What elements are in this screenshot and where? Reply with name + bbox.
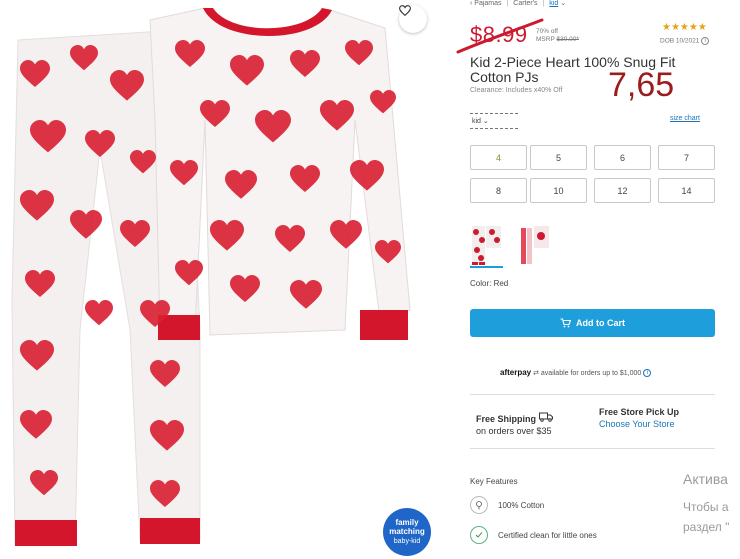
afterpay-text: available for orders up to $1,000: [540, 370, 642, 377]
breadcrumb-separator: |: [506, 0, 509, 7]
price-strike-mark: [456, 18, 544, 54]
free-shipping-sub: on orders over $35: [476, 426, 552, 436]
product-panel: ‹ Pajamas | Carter's | kid ⌄ $8.99 70% o…: [456, 0, 715, 559]
store-pickup-info: Free Store Pick Up Choose Your Store: [599, 406, 679, 430]
size-option-10[interactable]: 10: [530, 178, 587, 203]
rating-stars[interactable]: ★★★★★: [662, 22, 707, 33]
breadcrumb: ‹ Pajamas | Carter's | kid ⌄: [470, 0, 566, 7]
leaf-check-icon: [470, 526, 488, 544]
size-option-4[interactable]: 4: [470, 145, 527, 170]
badge-line-1: family: [395, 518, 419, 527]
key-features-title: Key Features: [470, 477, 518, 486]
info-icon[interactable]: i: [643, 369, 652, 378]
size-option-6[interactable]: 6: [594, 145, 651, 170]
watermark-line-2: раздел ": [683, 520, 730, 534]
msrp-value: $30.00*: [556, 36, 579, 43]
divider: [470, 448, 715, 449]
cotton-icon: [470, 496, 488, 514]
size-option-8[interactable]: 8: [470, 178, 527, 203]
cart-icon: [560, 318, 571, 328]
percent-off: 70% off: [536, 28, 558, 35]
feature-label: 100% Cotton: [498, 500, 545, 510]
chevron-down-icon: ⌄: [482, 118, 489, 125]
size-option-14[interactable]: 14: [658, 178, 715, 203]
add-to-cart-label: Add to Cart: [576, 318, 625, 328]
truck-icon: [538, 412, 553, 422]
feature-item: Certified clean for little ones: [470, 526, 597, 544]
feature-label: Certified clean for little ones: [498, 530, 597, 540]
breadcrumb-kid[interactable]: kid: [549, 0, 558, 7]
product-image: family matching baby-kid: [0, 0, 440, 559]
afterpay-logo: afterpay: [500, 368, 532, 377]
size-option-5[interactable]: 5: [530, 145, 587, 170]
dob-value: DOB 10/2021: [660, 37, 700, 45]
afterpay-arrows-icon: ⇄: [533, 370, 539, 377]
divider: [470, 394, 715, 395]
size-option-7[interactable]: 7: [658, 145, 715, 170]
heart-outline-icon: [399, 5, 411, 16]
store-pickup-title: Free Store Pick Up: [599, 407, 680, 417]
size-range-select[interactable]: kid ⌄: [470, 113, 518, 129]
color-label: Color: Red: [470, 279, 509, 288]
feature-item: 100% Cotton: [470, 496, 544, 514]
afterpay-info: afterpay ⇄ available for orders up to $1…: [500, 368, 652, 378]
discount-info: 70% off MSRP $30.00*: [536, 28, 579, 44]
chevron-down-icon[interactable]: ⌄: [560, 0, 566, 7]
size-chart-link[interactable]: size chart: [670, 115, 700, 122]
msrp-label: MSRP: [536, 36, 555, 43]
badge-line-3: baby-kid: [393, 538, 421, 545]
size-range-value: kid: [472, 118, 481, 125]
breadcrumb-carters[interactable]: Carter's: [513, 0, 537, 7]
watermark-line-1: Чтобы а: [683, 500, 729, 514]
add-to-cart-button[interactable]: Add to Cart: [470, 309, 715, 337]
breadcrumb-separator: |: [542, 0, 545, 7]
dob-text: DOB 10/2021 i: [660, 37, 710, 45]
wishlist-button[interactable]: [399, 5, 427, 33]
family-matching-badge[interactable]: family matching baby-kid: [383, 508, 431, 556]
pajama-illustration: [11, 7, 411, 546]
selected-swatch-indicator: [470, 266, 503, 268]
msrp: MSRP $30.00*: [536, 36, 579, 44]
activation-watermark-text: Чтобы а раздел ": [683, 497, 729, 537]
badge-line-2: matching: [389, 527, 425, 536]
choose-store-link[interactable]: Choose Your Store: [599, 418, 679, 430]
size-option-12[interactable]: 12: [594, 178, 651, 203]
clearance-note: Clearance: Includes x40% Off: [470, 87, 563, 94]
free-shipping-title: Free Shipping: [476, 414, 537, 424]
breadcrumb-pajamas[interactable]: Pajamas: [474, 0, 501, 7]
color-swatch-stripes[interactable]: [518, 222, 551, 266]
info-icon[interactable]: i: [701, 37, 710, 45]
color-swatch-hearts[interactable]: [470, 222, 503, 266]
free-shipping-info: Free Shipping on orders over $35: [476, 412, 553, 437]
activation-watermark-title: Актива: [683, 471, 728, 487]
handwritten-sale-price: 7,65: [608, 66, 675, 104]
chevron-left-icon: ‹: [470, 0, 473, 7]
